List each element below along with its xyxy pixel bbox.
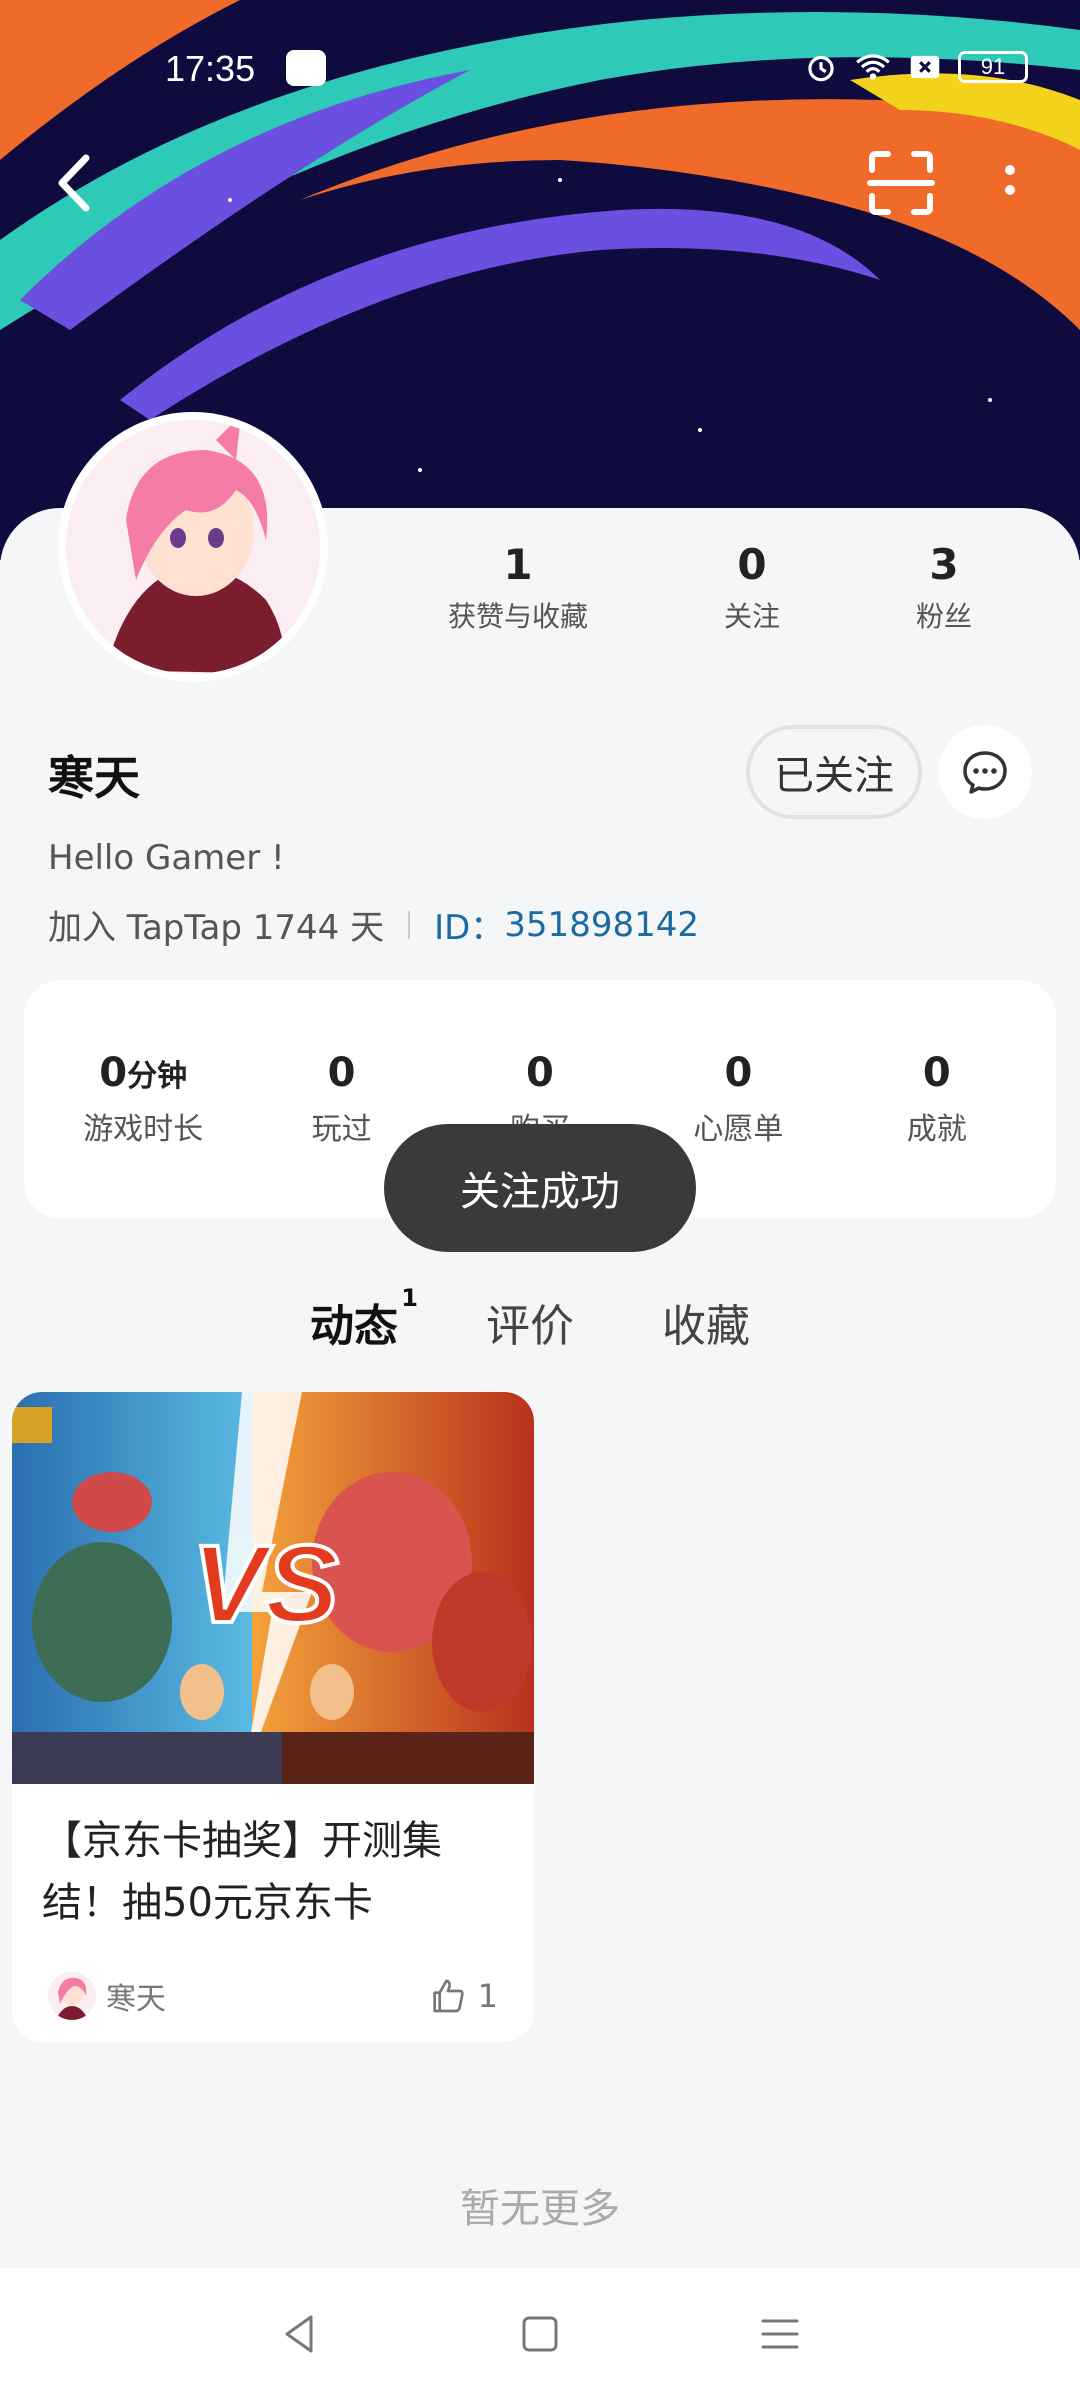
author-avatar <box>48 1972 96 2020</box>
tab-label: 动态 <box>310 1301 398 1352</box>
like-count: 1 <box>477 1977 498 2015</box>
profile-stats: 1 获赞与收藏 0 关注 3 粉丝 <box>380 540 1040 635</box>
tab-favorites[interactable]: 收藏 <box>662 1290 750 1354</box>
stat-value: 0 <box>724 1050 753 1096</box>
scan-button[interactable] <box>866 148 936 218</box>
stat-value: 1 <box>503 540 533 589</box>
status-bar: 17:35 91 <box>0 0 1080 120</box>
chat-icon <box>963 751 1007 794</box>
sim-off-icon <box>910 55 940 79</box>
more-options-button[interactable] <box>990 150 1030 220</box>
stat-value-wrap: 0分钟 <box>53 1050 233 1096</box>
stat-followers[interactable]: 3 粉丝 <box>916 540 972 635</box>
post-author[interactable]: 寒天 <box>48 1972 166 2020</box>
stat-value: 0 <box>737 540 767 589</box>
stat-likes[interactable]: 1 获赞与收藏 <box>448 540 588 635</box>
stat-value: 0 <box>327 1050 356 1096</box>
thumbs-up-icon <box>432 1979 464 2013</box>
nav-back-icon[interactable] <box>275 2309 325 2359</box>
message-button[interactable] <box>938 725 1032 819</box>
tab-reviews[interactable]: 评价 <box>486 1290 574 1354</box>
stat-value: 3 <box>929 540 959 589</box>
stat-played[interactable]: 0 玩过 <box>252 1050 432 1148</box>
stat-following[interactable]: 0 关注 <box>724 540 780 635</box>
stat-achievements[interactable]: 0 成就 <box>847 1050 1027 1148</box>
alarm-icon <box>808 55 834 82</box>
post-footer: 寒天 1 <box>48 1972 498 2020</box>
user-id-label: ID： <box>434 908 505 948</box>
user-id[interactable]: 351898142 <box>504 905 699 945</box>
stat-label: 关注 <box>723 600 780 633</box>
tab-badge: 1 <box>401 1284 418 1312</box>
stat-label: 获赞与收藏 <box>447 600 588 633</box>
stat-value: 0 <box>99 1050 128 1096</box>
post-card[interactable]: VS 【京东卡抽奖】开测集结！抽50元京东卡 寒天 1 <box>12 1392 534 2042</box>
username: 寒天 <box>48 751 140 805</box>
avatar[interactable] <box>58 412 328 682</box>
join-info: 加入 TapTap 1744 天 ID： 351898142 <box>48 900 699 949</box>
status-icons: 91 <box>802 48 1028 86</box>
stat-value: 0 <box>922 1050 951 1096</box>
divider <box>408 910 411 939</box>
nav-home-icon[interactable] <box>515 2309 565 2359</box>
like-button[interactable]: 1 <box>428 1976 498 2016</box>
content-tabs: 动态 1 评价 收藏 <box>310 1284 750 1354</box>
app-notification-icon <box>286 50 326 86</box>
battery-indicator: 91 <box>958 51 1028 83</box>
stat-unit: 分钟 <box>127 1059 188 1094</box>
nav-menu-icon[interactable] <box>755 2309 805 2359</box>
post-cover-image: VS <box>12 1392 534 1784</box>
stat-label: 粉丝 <box>915 600 972 633</box>
stat-label: 游戏时长 <box>83 1112 204 1147</box>
stat-value: 0 <box>526 1050 554 1096</box>
tab-label: 评价 <box>486 1301 574 1352</box>
status-time: 17:35 <box>165 48 256 89</box>
stat-playtime[interactable]: 0分钟 游戏时长 <box>53 1050 233 1148</box>
bio: Hello Gamer ! <box>48 838 285 878</box>
followed-button[interactable]: 已关注 <box>746 725 922 819</box>
tab-activity[interactable]: 动态 1 <box>310 1284 418 1354</box>
author-name: 寒天 <box>106 1982 166 2017</box>
stat-label: 成就 <box>906 1112 967 1147</box>
end-of-list-text: 暂无更多 <box>460 2186 620 2232</box>
join-days: 加入 TapTap 1744 天 <box>48 908 385 948</box>
avatar-image <box>66 420 320 674</box>
toast-message: 关注成功 <box>384 1124 696 1252</box>
system-nav-bar <box>0 2268 1080 2400</box>
svg-text:VS: VS <box>192 1523 339 1646</box>
stat-wishlist[interactable]: 0 心愿单 <box>648 1050 828 1148</box>
wifi-icon <box>856 54 890 80</box>
back-button[interactable] <box>50 148 100 218</box>
tab-label: 收藏 <box>662 1301 750 1352</box>
post-title: 【京东卡抽奖】开测集结！抽50元京东卡 <box>42 1818 442 1926</box>
